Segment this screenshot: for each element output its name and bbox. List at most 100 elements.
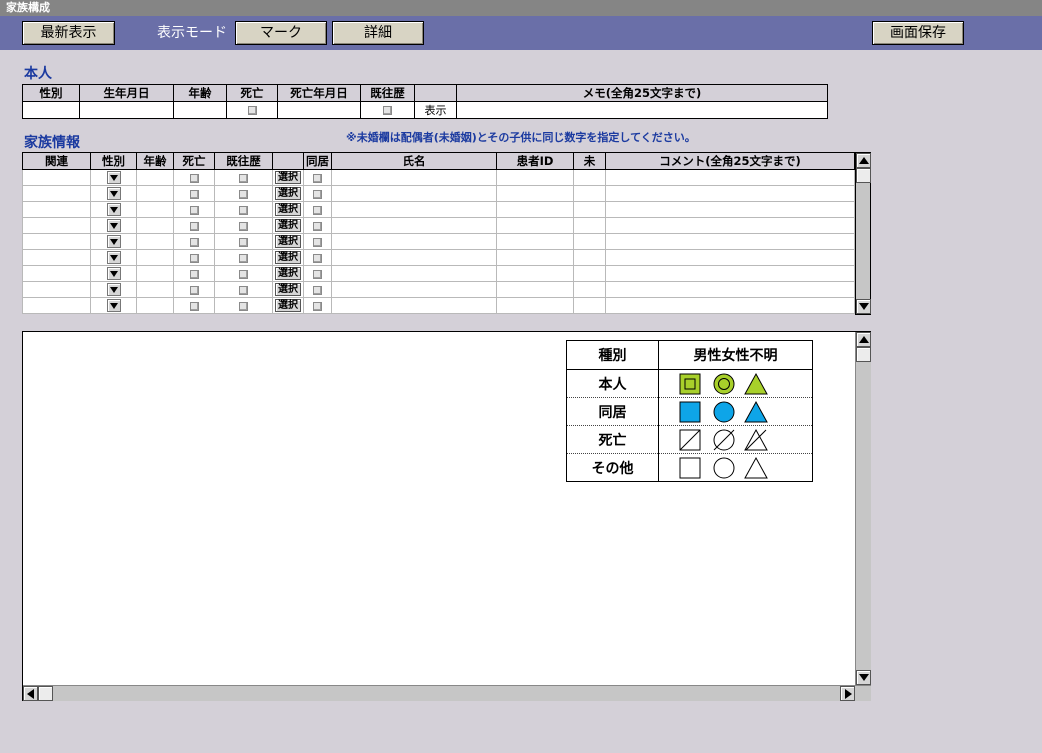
deceased-checkbox[interactable] [189, 237, 199, 247]
deceased-checkbox[interactable] [189, 189, 199, 199]
cohabit-checkbox[interactable] [313, 301, 322, 311]
unmarried-cell[interactable] [573, 233, 606, 250]
history-checkbox[interactable] [239, 269, 248, 279]
name-cell[interactable] [331, 233, 497, 250]
canvas-scroll-left-button[interactable] [23, 686, 38, 701]
sex-dropdown-icon[interactable] [106, 171, 121, 185]
detail-mode-button[interactable]: 詳細 [332, 21, 424, 45]
comment-cell[interactable] [605, 281, 855, 298]
select-button[interactable]: 選択 [275, 299, 301, 313]
sex-dropdown-icon[interactable] [106, 251, 121, 265]
self-birthdate-cell[interactable] [79, 101, 174, 119]
comment-cell[interactable] [605, 297, 855, 314]
patient-id-cell[interactable] [496, 233, 574, 250]
unmarried-cell[interactable] [573, 249, 606, 266]
sex-dropdown-icon[interactable] [106, 187, 121, 201]
deceased-checkbox[interactable] [189, 253, 199, 263]
name-cell[interactable] [331, 281, 497, 298]
patient-id-cell[interactable] [496, 169, 574, 186]
comment-cell[interactable] [605, 249, 855, 266]
age-cell[interactable] [136, 169, 174, 186]
relation-cell[interactable] [22, 201, 91, 218]
select-button[interactable]: 選択 [275, 235, 301, 249]
patient-id-cell[interactable] [496, 249, 574, 266]
history-checkbox[interactable] [239, 189, 248, 199]
history-checkbox[interactable] [239, 221, 248, 231]
canvas-hscroll-thumb[interactable] [38, 686, 53, 701]
canvas-scroll-down-button[interactable] [856, 670, 871, 685]
name-cell[interactable] [331, 265, 497, 282]
unmarried-cell[interactable] [573, 265, 606, 282]
relation-cell[interactable] [22, 217, 91, 234]
patient-id-cell[interactable] [496, 201, 574, 218]
self-memo-cell[interactable] [456, 101, 828, 119]
patient-id-cell[interactable] [496, 185, 574, 202]
history-checkbox[interactable] [239, 301, 248, 311]
cohabit-checkbox[interactable] [313, 253, 322, 263]
family-table-vscroll[interactable] [855, 152, 871, 315]
select-button[interactable]: 選択 [275, 203, 301, 217]
deceased-checkbox[interactable] [189, 205, 199, 215]
mark-mode-button[interactable]: マーク [235, 21, 327, 45]
cohabit-checkbox[interactable] [313, 221, 322, 231]
refresh-button[interactable]: 最新表示 [22, 21, 115, 45]
unmarried-cell[interactable] [573, 201, 606, 218]
comment-cell[interactable] [605, 233, 855, 250]
age-cell[interactable] [136, 233, 174, 250]
self-deceased-checkbox[interactable] [247, 106, 257, 115]
self-age-cell[interactable] [173, 101, 227, 119]
sex-dropdown-icon[interactable] [106, 283, 121, 297]
relation-cell[interactable] [22, 297, 91, 314]
relation-cell[interactable] [22, 185, 91, 202]
age-cell[interactable] [136, 297, 174, 314]
sex-dropdown-icon[interactable] [106, 267, 121, 281]
canvas-vscroll-thumb[interactable] [856, 347, 871, 362]
history-checkbox[interactable] [239, 173, 248, 183]
select-button[interactable]: 選択 [275, 251, 301, 265]
patient-id-cell[interactable] [496, 281, 574, 298]
scroll-down-button[interactable] [856, 299, 871, 314]
relation-cell[interactable] [22, 169, 91, 186]
relation-cell[interactable] [22, 233, 91, 250]
cohabit-checkbox[interactable] [313, 205, 322, 215]
unmarried-cell[interactable] [573, 185, 606, 202]
cohabit-checkbox[interactable] [313, 173, 322, 183]
history-checkbox[interactable] [239, 285, 248, 295]
canvas-scroll-up-button[interactable] [856, 332, 871, 347]
self-sex-cell[interactable] [22, 101, 80, 119]
name-cell[interactable] [331, 249, 497, 266]
age-cell[interactable] [136, 217, 174, 234]
relation-cell[interactable] [22, 249, 91, 266]
patient-id-cell[interactable] [496, 297, 574, 314]
age-cell[interactable] [136, 265, 174, 282]
deceased-checkbox[interactable] [189, 173, 199, 183]
deceased-checkbox[interactable] [189, 269, 199, 279]
sex-dropdown-icon[interactable] [106, 235, 121, 249]
history-checkbox[interactable] [239, 237, 248, 247]
relation-cell[interactable] [22, 281, 91, 298]
self-history-checkbox[interactable] [383, 106, 392, 115]
cohabit-checkbox[interactable] [313, 269, 322, 279]
name-cell[interactable] [331, 297, 497, 314]
comment-cell[interactable] [605, 185, 855, 202]
name-cell[interactable] [331, 185, 497, 202]
cohabit-checkbox[interactable] [313, 237, 322, 247]
deceased-checkbox[interactable] [189, 285, 199, 295]
canvas-vscroll[interactable] [855, 332, 871, 685]
unmarried-cell[interactable] [573, 297, 606, 314]
sex-dropdown-icon[interactable] [106, 219, 121, 233]
deceased-checkbox[interactable] [189, 301, 199, 311]
age-cell[interactable] [136, 249, 174, 266]
scroll-thumb[interactable] [856, 168, 871, 183]
comment-cell[interactable] [605, 265, 855, 282]
select-button[interactable]: 選択 [275, 171, 301, 185]
self-death-date-cell[interactable] [277, 101, 361, 119]
unmarried-cell[interactable] [573, 217, 606, 234]
unmarried-cell[interactable] [573, 281, 606, 298]
relation-cell[interactable] [22, 265, 91, 282]
age-cell[interactable] [136, 201, 174, 218]
patient-id-cell[interactable] [496, 217, 574, 234]
select-button[interactable]: 選択 [275, 267, 301, 281]
age-cell[interactable] [136, 281, 174, 298]
comment-cell[interactable] [605, 201, 855, 218]
